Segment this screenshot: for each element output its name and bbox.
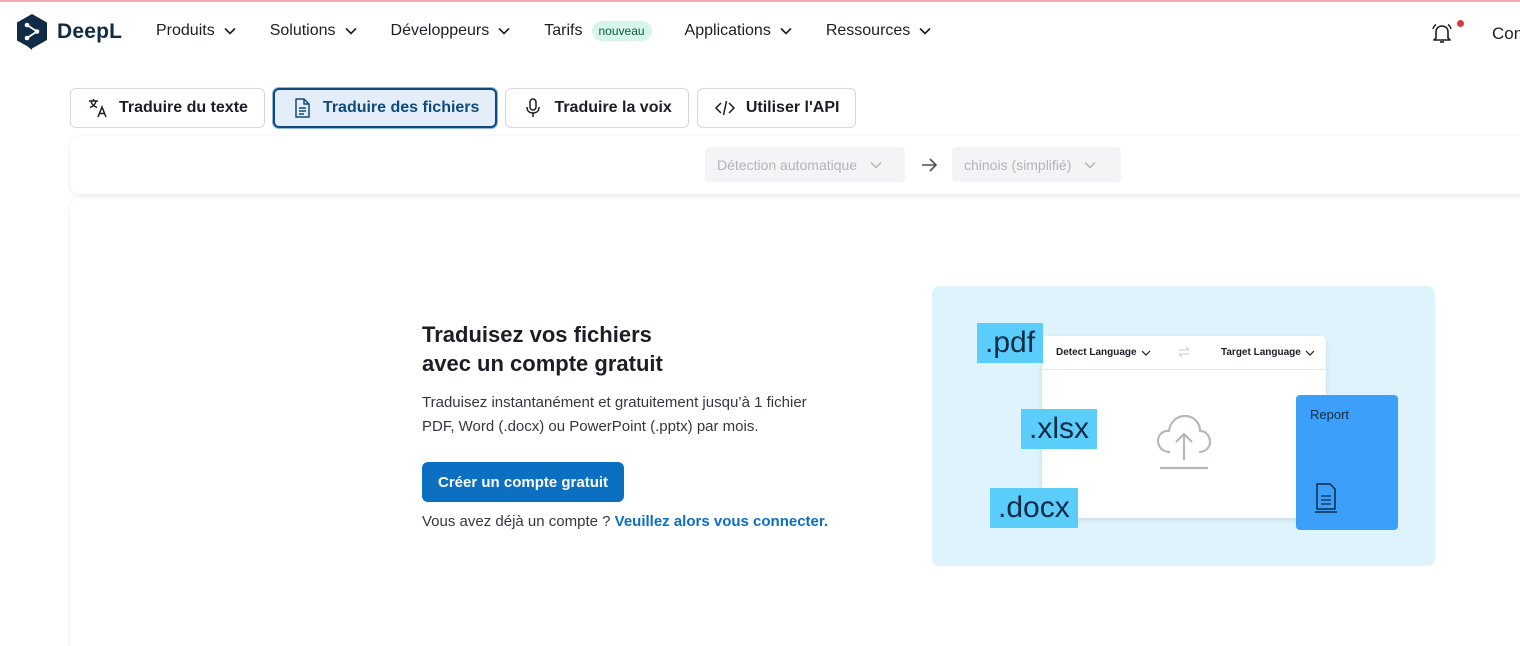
chevron-down-icon: [780, 27, 792, 35]
tab-translate-voice[interactable]: Traduire la voix: [505, 88, 689, 128]
nav-item-tarifs[interactable]: Tarifs nouveau: [544, 21, 652, 41]
tab-translate-files[interactable]: Traduire des fichiers: [272, 88, 498, 128]
cloud-upload-icon: [1156, 414, 1212, 470]
main-nav: Produits Solutions Développeurs Tarifs n…: [156, 21, 965, 41]
nav-item-label: Solutions: [269, 22, 336, 39]
login-link[interactable]: Veuillez alors vous connecter.: [615, 513, 828, 530]
header: DeepL Produits Solutions Développeurs Ta…: [0, 2, 1520, 62]
target-language-label: chinois (simplifié): [964, 156, 1072, 173]
login-prompt-text: Vous avez déjà un compte ?: [422, 513, 615, 530]
login-prompt: Vous avez déjà un compte ? Veuillez alor…: [422, 513, 828, 530]
nav-item-solutions[interactable]: Solutions: [270, 22, 358, 40]
promo-title-line: Traduisez vos fichiers: [422, 322, 652, 347]
mock-detect-language: Detect Language: [1056, 347, 1151, 358]
promo-description-line: PDF, Word (.docx) ou PowerPoint (.pptx) …: [422, 418, 759, 435]
file-translation-card: Traduisez vos fichiers avec un compte gr…: [70, 198, 1520, 646]
nav-item-label: Produits: [156, 22, 215, 39]
nav-item-ressources[interactable]: Ressources: [826, 22, 932, 40]
chevron-down-icon: [870, 161, 882, 169]
nav-item-applications[interactable]: Applications: [685, 22, 793, 40]
xlsx-file-tag: .xlsx: [1021, 409, 1097, 449]
brand-name: DeepL: [57, 20, 123, 43]
chevron-down-icon: [1084, 161, 1096, 169]
tab-use-api[interactable]: Utiliser l'API: [696, 88, 857, 128]
microphone-icon: [526, 98, 541, 117]
chevron-down-icon: [224, 27, 236, 35]
chevron-down-icon: [498, 27, 510, 35]
source-language-label: Détection automatique: [717, 156, 858, 173]
code-icon: [714, 100, 735, 116]
promo-description: Traduisez instantanément et gratuitement…: [422, 391, 852, 439]
new-badge: nouveau: [591, 21, 652, 41]
nav-item-label: Développeurs: [390, 22, 490, 39]
tab-translate-text[interactable]: Traduire du texte: [70, 88, 265, 128]
nav-item-developpeurs[interactable]: Développeurs: [391, 22, 512, 40]
file-translation-illustration: Detect Language Target Language .pdf .xl…: [932, 286, 1435, 566]
deepl-logo-icon: [17, 14, 47, 50]
pdf-file-tag: .pdf: [977, 323, 1044, 363]
document-icon: [1315, 483, 1337, 513]
promo-title-line: avec un compte gratuit: [422, 351, 663, 376]
notification-dot: [1457, 20, 1464, 27]
connect-link[interactable]: Con: [1492, 24, 1520, 44]
chevron-down-icon: [344, 27, 357, 35]
promo-title: Traduisez vos fichiers avec un compte gr…: [422, 320, 663, 378]
tab-label: Traduire du texte: [119, 99, 248, 116]
promo-description-line: Traduisez instantanément et gratuitement…: [422, 394, 807, 411]
language-bar: Détection automatique chinois (simplifié…: [70, 136, 1520, 194]
mock-target-language: Target Language: [1221, 347, 1315, 358]
nav-item-label: Tarifs: [544, 22, 583, 39]
nav-item-produits[interactable]: Produits: [156, 22, 237, 40]
deepl-logo[interactable]: DeepL: [15, 13, 122, 51]
report-card: Report: [1296, 395, 1398, 530]
mock-detect-language-label: Detect Language: [1056, 347, 1137, 358]
notification-bell-icon[interactable]: [1430, 21, 1454, 45]
chevron-down-icon: [1141, 350, 1151, 356]
tab-label: Traduire des fichiers: [322, 99, 480, 116]
translation-mode-tabs: Traduire du texte Traduire des fichiers …: [70, 88, 864, 128]
create-free-account-button[interactable]: Créer un compte gratuit: [422, 462, 625, 502]
source-language-select[interactable]: Détection automatique: [705, 147, 905, 182]
report-title: Report: [1310, 407, 1350, 422]
mock-target-language-label: Target Language: [1221, 347, 1301, 358]
mock-window-header: Detect Language Target Language: [1042, 336, 1326, 370]
arrow-right-icon: [922, 158, 938, 172]
nav-item-label: Ressources: [825, 22, 911, 39]
document-icon: [295, 98, 310, 118]
nav-item-label: Applications: [684, 22, 771, 39]
docx-file-tag: .docx: [990, 488, 1078, 528]
translate-icon: [89, 99, 107, 118]
chevron-down-icon: [919, 27, 931, 35]
swap-icon: [1178, 346, 1190, 358]
tab-label: Utiliser l'API: [745, 99, 840, 116]
chevron-down-icon: [1305, 350, 1315, 356]
tab-label: Traduire la voix: [554, 99, 672, 116]
target-language-select[interactable]: chinois (simplifié): [952, 147, 1121, 182]
